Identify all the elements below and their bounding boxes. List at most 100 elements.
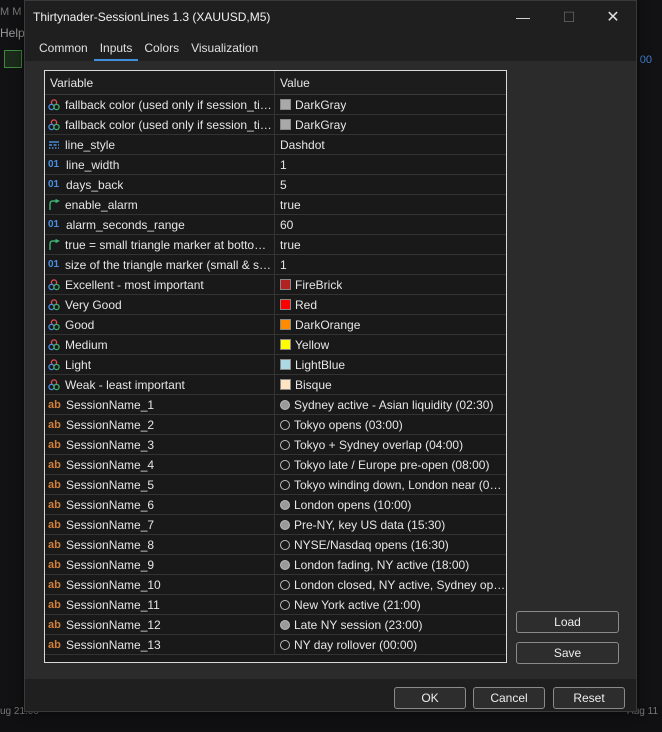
value-cell[interactable]: DarkGray (275, 95, 506, 114)
value-cell[interactable]: DarkOrange (275, 315, 506, 334)
value-cell[interactable]: FireBrick (275, 275, 506, 294)
value-cell[interactable]: 1 (275, 155, 506, 174)
value-cell[interactable]: Late NY session (23:00) (275, 615, 506, 634)
maximize-button[interactable]: ☐ (546, 1, 592, 33)
value-cell[interactable]: Sydney active - Asian liquidity (02:30) (275, 395, 506, 414)
table-row[interactable]: fallback color (used only if session_tim… (45, 115, 506, 135)
value-cell[interactable]: Dashdot (275, 135, 506, 154)
value-cell[interactable]: NYSE/Nasdaq opens (16:30) (275, 535, 506, 554)
title-bar[interactable]: Thirtynader-SessionLines 1.3 (XAUUSD,M5)… (25, 1, 636, 33)
table-row[interactable]: ab SessionName_6 London opens (10:00) (45, 495, 506, 515)
table-row[interactable]: Light LightBlue (45, 355, 506, 375)
variable-cell[interactable]: ab SessionName_1 (45, 395, 275, 414)
tab-colors[interactable]: Colors (138, 41, 185, 61)
table-row[interactable]: ab SessionName_8 NYSE/Nasdaq opens (16:30) (45, 535, 506, 555)
value-cell[interactable]: Red (275, 295, 506, 314)
value-column-header[interactable]: Value (275, 71, 506, 94)
value-cell[interactable]: NY day rollover (00:00) (275, 635, 506, 654)
table-row[interactable]: ab SessionName_5 Tokyo winding down, Londo… (45, 475, 506, 495)
value-cell[interactable]: DarkGray (275, 115, 506, 134)
variable-cell[interactable]: ab SessionName_9 (45, 555, 275, 574)
table-row[interactable]: line_style Dashdot (45, 135, 506, 155)
table-row[interactable]: ab SessionName_12 Late NY session (23:00) (45, 615, 506, 635)
value-cell[interactable]: Tokyo late / Europe pre-open (08:00) (275, 455, 506, 474)
cancel-button[interactable]: Cancel (473, 687, 545, 709)
save-button[interactable]: Save (516, 642, 619, 664)
variable-cell[interactable]: ab SessionName_6 (45, 495, 275, 514)
variable-cell[interactable]: ab SessionName_5 (45, 475, 275, 494)
ok-button[interactable]: OK (394, 687, 466, 709)
value-cell[interactable]: true (275, 235, 506, 254)
table-row[interactable]: ab SessionName_7 Pre-NY, key US data (15:3… (45, 515, 506, 535)
value-cell[interactable]: Tokyo + Sydney overlap (04:00) (275, 435, 506, 454)
variable-cell[interactable]: fallback color (used only if session_tim… (45, 95, 275, 114)
value-cell[interactable]: Yellow (275, 335, 506, 354)
value-cell[interactable]: Tokyo opens (03:00) (275, 415, 506, 434)
table-row[interactable]: Very Good Red (45, 295, 506, 315)
table-row[interactable]: fallback color (used only if session_tim… (45, 95, 506, 115)
value-cell[interactable]: true (275, 195, 506, 214)
value-cell[interactable]: New York active (21:00) (275, 595, 506, 614)
variable-cell[interactable]: ab SessionName_12 (45, 615, 275, 634)
value-cell[interactable]: Tokyo winding down, London near (09:00) (275, 475, 506, 494)
variable-cell[interactable]: Light (45, 355, 275, 374)
variable-cell[interactable]: true = small triangle marker at bottom o… (45, 235, 275, 254)
variable-cell[interactable]: Good (45, 315, 275, 334)
variable-cell[interactable]: 01 size of the triangle marker (small & s… (45, 255, 275, 274)
variable-cell[interactable]: 01 line_width (45, 155, 275, 174)
table-row[interactable]: Excellent - most important FireBrick (45, 275, 506, 295)
value-cell[interactable]: Bisque (275, 375, 506, 394)
value-cell[interactable]: 5 (275, 175, 506, 194)
tab-visualization[interactable]: Visualization (185, 41, 264, 61)
load-button[interactable]: Load (516, 611, 619, 633)
table-row[interactable]: ab SessionName_1 Sydney active - Asian liq… (45, 395, 506, 415)
close-button[interactable]: ✕ (590, 1, 636, 33)
variable-cell[interactable]: ab SessionName_4 (45, 455, 275, 474)
table-row[interactable]: 01 line_width 1 (45, 155, 506, 175)
variable-cell[interactable]: line_style (45, 135, 275, 154)
table-row[interactable]: Medium Yellow (45, 335, 506, 355)
value-cell[interactable]: Pre-NY, key US data (15:30) (275, 515, 506, 534)
variable-cell[interactable]: Excellent - most important (45, 275, 275, 294)
value-cell[interactable]: LightBlue (275, 355, 506, 374)
value-cell[interactable]: London opens (10:00) (275, 495, 506, 514)
value-cell[interactable]: London fading, NY active (18:00) (275, 555, 506, 574)
table-row[interactable]: 01 alarm_seconds_range 60 (45, 215, 506, 235)
variable-column-header[interactable]: Variable (45, 71, 275, 94)
value-cell[interactable]: 1 (275, 255, 506, 274)
table-row[interactable]: true = small triangle marker at bottom o… (45, 235, 506, 255)
value-cell[interactable]: 60 (275, 215, 506, 234)
variable-cell[interactable]: ab SessionName_13 (45, 635, 275, 654)
variable-cell[interactable]: Medium (45, 335, 275, 354)
table-row[interactable]: ab SessionName_13 NY day rollover (00:00) (45, 635, 506, 655)
minimize-button[interactable]: — (500, 1, 546, 33)
tab-common[interactable]: Common (33, 41, 94, 61)
table-row[interactable]: ab SessionName_10 London closed, NY active… (45, 575, 506, 595)
variable-cell[interactable]: fallback color (used only if session_tim… (45, 115, 275, 134)
variable-cell[interactable]: ab SessionName_3 (45, 435, 275, 454)
variable-cell[interactable]: 01 days_back (45, 175, 275, 194)
table-row[interactable]: ab SessionName_2 Tokyo opens (03:00) (45, 415, 506, 435)
table-row[interactable]: 01 size of the triangle marker (small & s… (45, 255, 506, 275)
variable-cell[interactable]: ab SessionName_8 (45, 535, 275, 554)
table-row[interactable]: enable_alarm true (45, 195, 506, 215)
variable-cell[interactable]: ab SessionName_2 (45, 415, 275, 434)
table-row[interactable]: ab SessionName_4 Tokyo late / Europe pre-o… (45, 455, 506, 475)
value-cell[interactable]: London closed, NY active, Sydney opens… (275, 575, 506, 594)
variable-cell[interactable]: Weak - least important (45, 375, 275, 394)
variable-cell[interactable]: ab SessionName_7 (45, 515, 275, 534)
table-row[interactable]: ab SessionName_3 Tokyo + Sydney overlap (0… (45, 435, 506, 455)
table-row[interactable]: ab SessionName_11 New York active (21:00) (45, 595, 506, 615)
variable-cell[interactable]: Very Good (45, 295, 275, 314)
variable-cell[interactable]: 01 alarm_seconds_range (45, 215, 275, 234)
table-row[interactable]: ab SessionName_9 London fading, NY active … (45, 555, 506, 575)
variable-cell[interactable]: enable_alarm (45, 195, 275, 214)
table-row[interactable]: 01 days_back 5 (45, 175, 506, 195)
tab-inputs[interactable]: Inputs (93, 41, 139, 61)
table-row[interactable]: Good DarkOrange (45, 315, 506, 335)
reset-button[interactable]: Reset (553, 687, 625, 709)
variable-cell[interactable]: ab SessionName_10 (45, 575, 275, 594)
table-row[interactable]: Weak - least important Bisque (45, 375, 506, 395)
radio-marker-icon (280, 499, 290, 510)
variable-cell[interactable]: ab SessionName_11 (45, 595, 275, 614)
